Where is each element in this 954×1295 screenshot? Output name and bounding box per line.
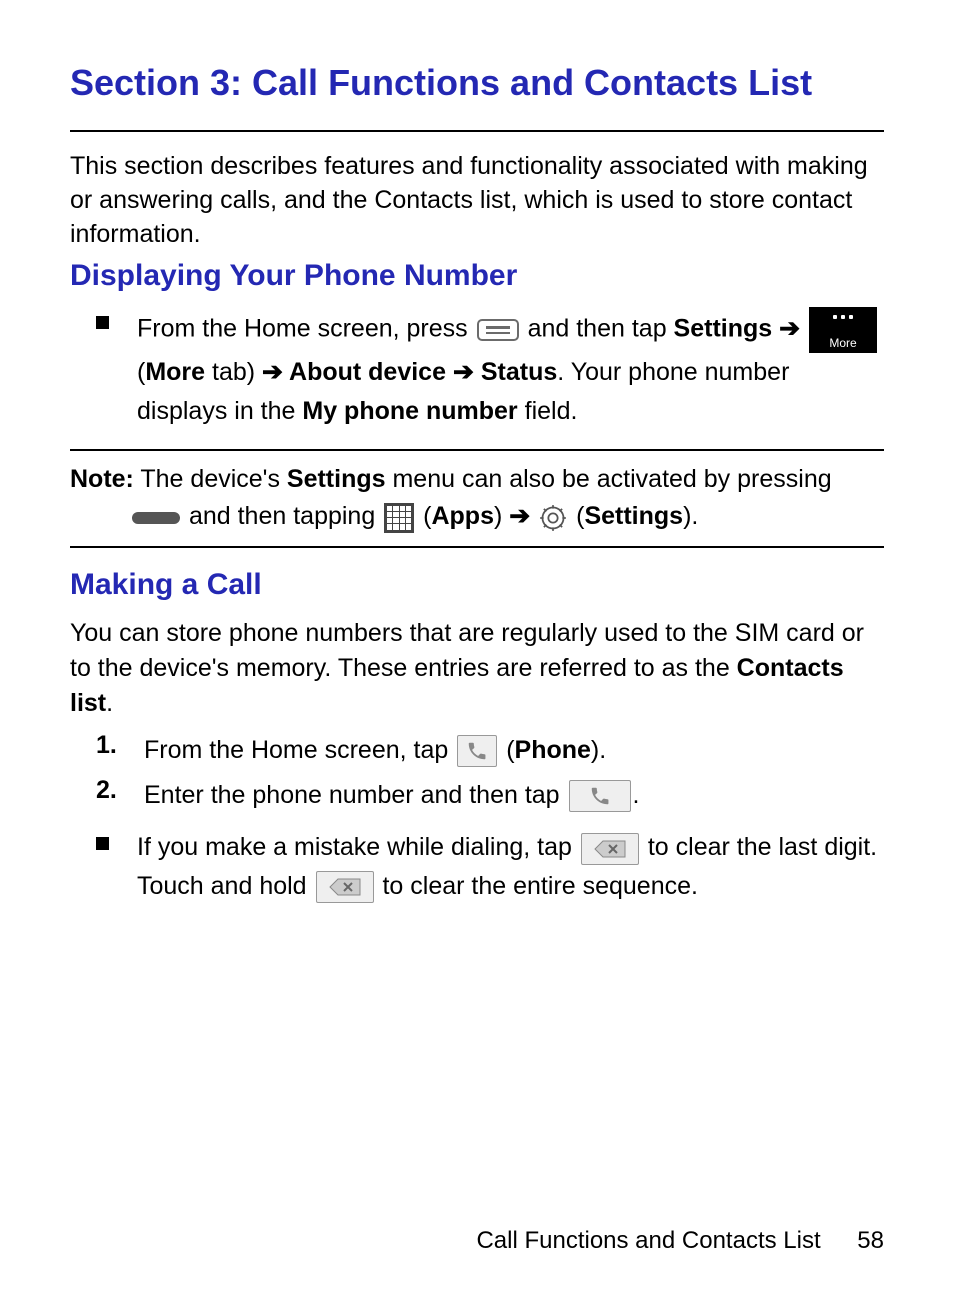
text: ( <box>506 736 514 764</box>
text: tab) <box>205 358 262 386</box>
page-number: 58 <box>857 1227 884 1254</box>
page-footer: Call Functions and Contacts List 58 <box>476 1227 884 1255</box>
footer-title: Call Functions and Contacts List <box>476 1227 820 1254</box>
note-box: Note: The device's Settings menu can als… <box>70 449 884 548</box>
my-phone-number-label: My phone number <box>302 397 517 425</box>
text: and then tapping <box>189 502 382 530</box>
more-label: More <box>145 358 205 386</box>
text: From the Home screen, tap <box>144 736 455 764</box>
step-1: 1. From the Home screen, tap (Phone). <box>96 731 884 770</box>
intro-paragraph: This section describes features and func… <box>70 150 884 251</box>
square-bullet-icon <box>96 316 109 329</box>
apps-label: Apps <box>431 502 494 530</box>
home-key-icon <box>132 512 180 524</box>
backspace-icon <box>581 833 639 865</box>
bullet-body: From the Home screen, press and then tap… <box>137 307 884 431</box>
arrow-icon: ➔ <box>262 358 289 386</box>
arrow-icon: ➔ <box>509 502 537 530</box>
divider <box>70 130 884 132</box>
phone-app-icon <box>457 735 497 767</box>
section-title: Section 3: Call Functions and Contacts L… <box>70 60 884 105</box>
menu-key-icon <box>477 319 519 341</box>
bullet-body: If you make a mistake while dialing, tap… <box>137 828 884 906</box>
text: ). <box>591 736 606 764</box>
step-body: From the Home screen, tap (Phone). <box>144 731 606 770</box>
bullet-mistake: If you make a mistake while dialing, tap… <box>96 828 884 906</box>
arrow-icon: ➔ <box>779 315 807 343</box>
step-number: 2. <box>96 776 132 805</box>
step-body: Enter the phone number and then tap . <box>144 776 640 815</box>
making-call-intro: You can store phone numbers that are reg… <box>70 616 884 721</box>
backspace-icon <box>316 871 374 903</box>
note-label: Note: <box>70 465 134 493</box>
subhead-displaying: Displaying Your Phone Number <box>70 259 884 293</box>
text: to clear the entire sequence. <box>382 872 697 900</box>
call-button-icon <box>569 780 631 812</box>
subhead-making-call: Making a Call <box>70 568 884 602</box>
gear-icon <box>539 504 567 532</box>
text: ) <box>494 502 502 530</box>
settings-label: Settings <box>584 502 683 530</box>
settings-label: Settings <box>674 315 773 343</box>
text: ). <box>683 502 698 530</box>
text: . <box>106 689 113 717</box>
about-device-label: About device <box>289 358 446 386</box>
step-2: 2. Enter the phone number and then tap . <box>96 776 884 815</box>
arrow-icon: ➔ <box>453 358 481 386</box>
text: From the Home screen, press <box>137 315 475 343</box>
text: menu can also be activated by pressing <box>386 465 832 493</box>
bullet-display-phone: From the Home screen, press and then tap… <box>96 307 884 431</box>
more-icon-text: More <box>829 337 856 349</box>
text: If you make a mistake while dialing, tap <box>137 833 579 861</box>
phone-label: Phone <box>515 736 591 764</box>
text: Enter the phone number and then tap <box>144 781 567 809</box>
settings-label: Settings <box>287 465 386 493</box>
square-bullet-icon <box>96 837 109 850</box>
more-tab-icon: More <box>809 307 877 353</box>
text: . <box>633 781 640 809</box>
status-label: Status <box>481 358 557 386</box>
text: The device's <box>134 465 287 493</box>
apps-grid-icon <box>384 503 414 533</box>
step-number: 1. <box>96 731 132 760</box>
text: and then tap <box>528 315 674 343</box>
text: field. <box>518 397 578 425</box>
